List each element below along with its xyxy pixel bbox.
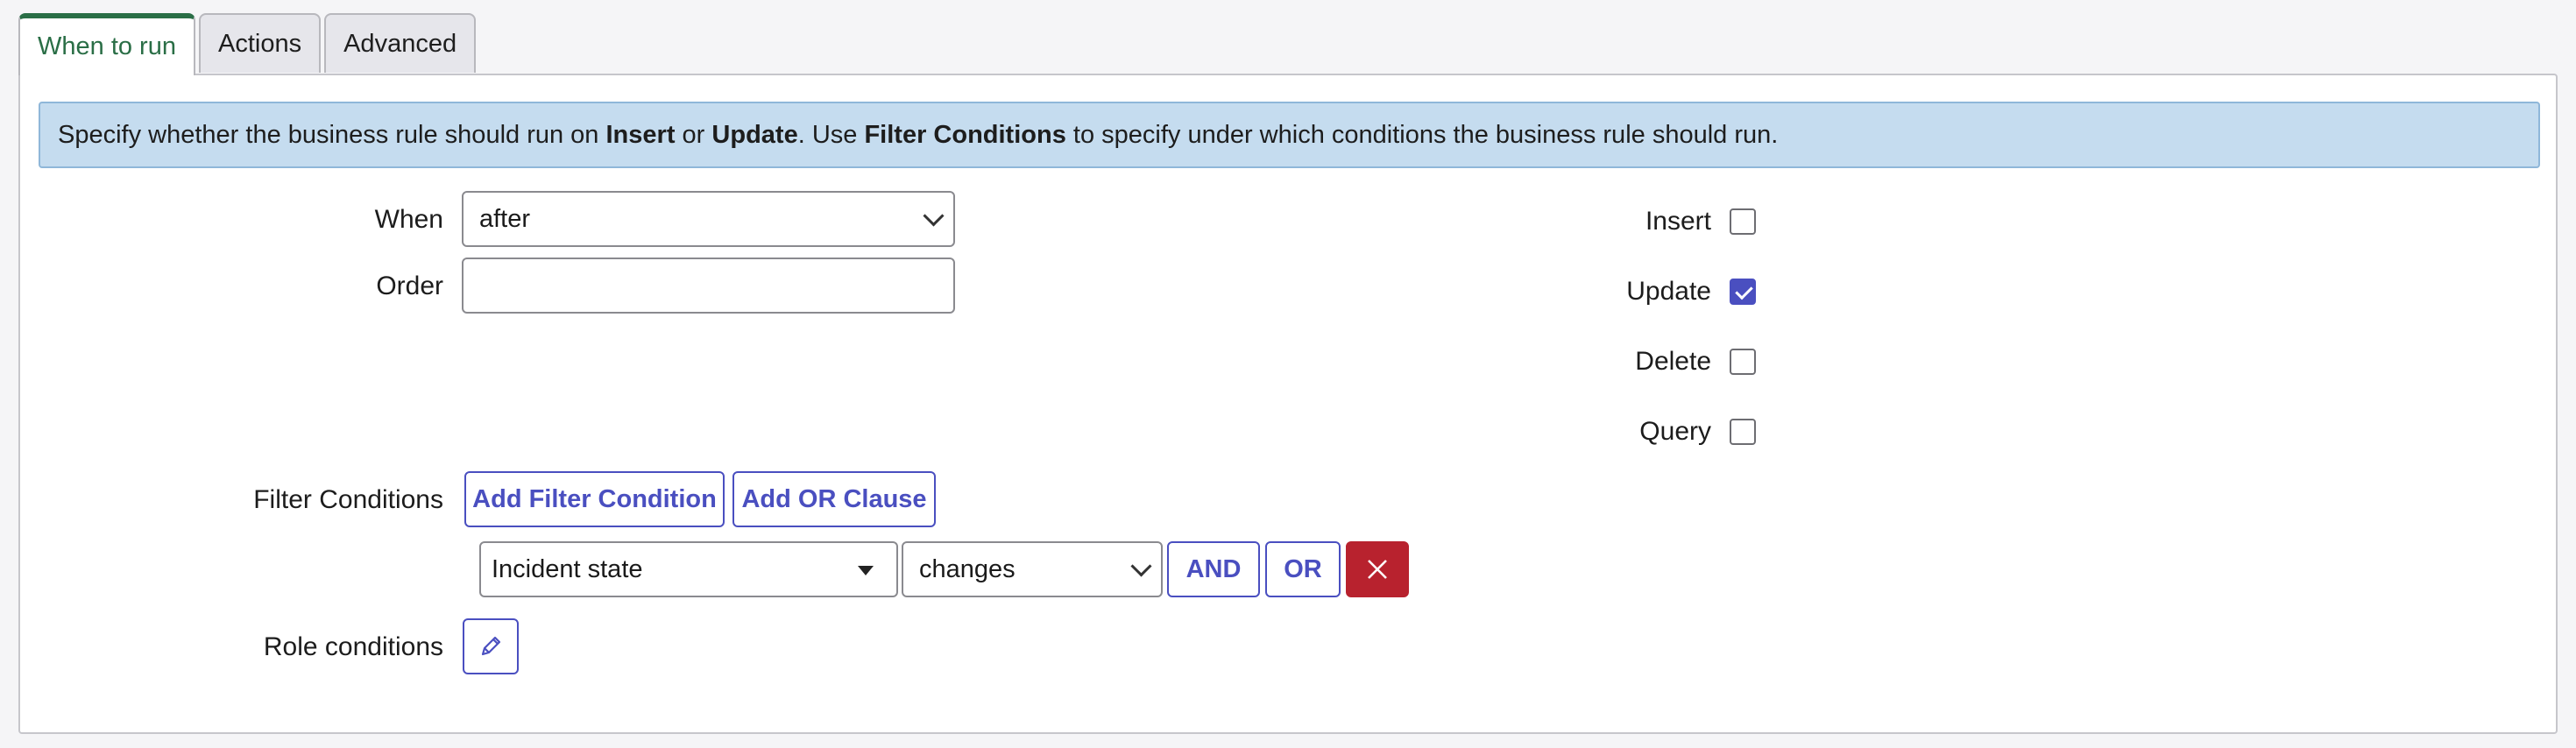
query-label: Query <box>1639 417 1711 446</box>
when-to-run-panel: Specify whether the business rule should… <box>18 74 2558 734</box>
when-label: When <box>374 205 443 234</box>
add-or-clause-button[interactable]: Add OR Clause <box>732 471 936 527</box>
order-input[interactable] <box>462 258 955 314</box>
insert-label: Insert <box>1645 207 1711 236</box>
tab-actions[interactable]: Actions <box>198 13 322 73</box>
info-banner: Specify whether the business rule should… <box>39 102 2540 168</box>
banner-text-1: Specify whether the business rule should… <box>58 120 599 149</box>
banner-bold-insert: Insert <box>605 120 676 149</box>
when-select-value: after <box>479 204 531 233</box>
tab-advanced[interactable]: Advanced <box>324 13 477 73</box>
banner-bold-filter: Filter Conditions <box>864 120 1066 149</box>
pencil-icon <box>481 636 501 656</box>
filter-operator-select[interactable]: changes <box>902 541 1163 597</box>
edit-role-conditions-button[interactable] <box>463 618 519 674</box>
role-conditions-label: Role conditions <box>263 632 443 661</box>
and-button[interactable]: AND <box>1167 541 1260 597</box>
filter-field-value: Incident state <box>492 554 643 583</box>
filter-operator-value: changes <box>919 554 1016 583</box>
banner-bold-update: Update <box>711 120 798 149</box>
delete-label: Delete <box>1635 347 1711 376</box>
chevron-down-icon <box>1130 555 1152 577</box>
order-label: Order <box>376 272 443 300</box>
banner-text-4: to specify under which conditions the bu… <box>1072 120 1779 149</box>
insert-checkbox[interactable] <box>1730 208 1756 235</box>
remove-condition-button[interactable] <box>1346 541 1409 597</box>
or-button[interactable]: OR <box>1265 541 1341 597</box>
filter-conditions-label: Filter Conditions <box>253 485 443 514</box>
banner-text-2: or <box>682 120 705 149</box>
banner-text-3: . Use <box>797 120 858 149</box>
chevron-down-icon <box>923 205 945 227</box>
add-filter-condition-button[interactable]: Add Filter Condition <box>464 471 725 527</box>
delete-checkbox[interactable] <box>1730 349 1756 375</box>
caret-down-icon <box>858 566 874 575</box>
tab-when-to-run[interactable]: When to run <box>18 13 195 75</box>
query-checkbox[interactable] <box>1730 419 1756 445</box>
update-label: Update <box>1626 277 1711 306</box>
close-icon <box>1368 560 1387 579</box>
filter-field-select[interactable]: Incident state <box>479 541 898 597</box>
update-checkbox[interactable] <box>1730 279 1756 305</box>
when-select[interactable]: after <box>462 191 955 247</box>
tab-bar: When to run Actions Advanced <box>18 13 479 75</box>
